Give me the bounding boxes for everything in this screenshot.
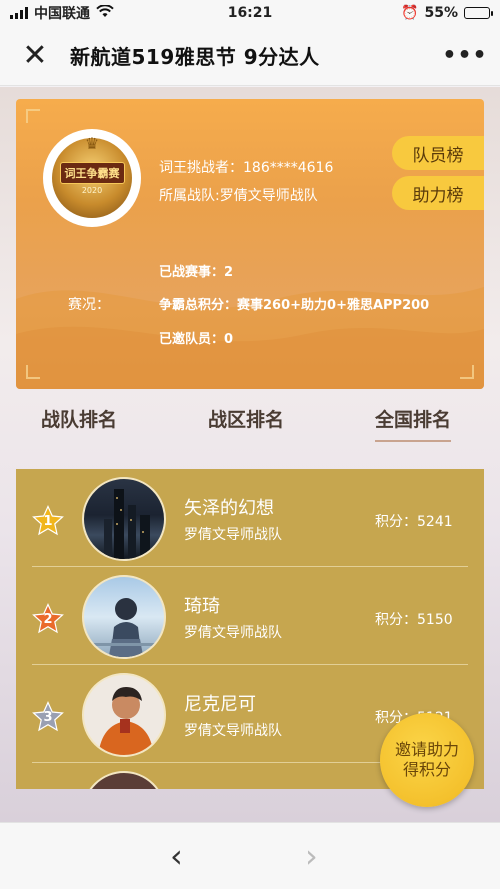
invite-line-2: 得积分 (402, 760, 451, 779)
challenger-info: 词王挑战者：186****4616 (159, 160, 334, 176)
page-title: 新航道519雅思节 9分达人 (70, 45, 320, 69)
more-icon[interactable]: ••• (430, 26, 500, 86)
corner-decoration (26, 365, 40, 379)
player-team: 罗倩文导师战队 (184, 625, 282, 641)
battles-stat: 已战赛事：2 (159, 265, 234, 280)
player-team: 罗倩文导师战队 (184, 527, 282, 543)
page-content: ♛ 词王争霸赛 2020 词王挑战者：186****4616 所属战队:罗倩文导… (0, 87, 500, 822)
battery-icon (464, 7, 493, 19)
badge-label: 词王争霸赛 (59, 161, 125, 184)
rank-number: 1 (43, 514, 53, 529)
corner-decoration (26, 109, 40, 123)
badge-year: 2020 (81, 185, 103, 195)
contest-badge: ♛ 词王争霸赛 2020 (43, 129, 141, 227)
rank-star-icon: 3 (32, 701, 64, 733)
player-name: 琦琦 (184, 596, 220, 617)
battery-percent: 55% (424, 5, 458, 21)
rank-star-icon: 1 (32, 505, 64, 537)
invited-stat: 已邀队员：0 (159, 332, 234, 347)
invite-line-1: 邀请助力 (394, 740, 459, 759)
rank-number: 2 (43, 612, 53, 627)
tab-national-ranking[interactable]: 全国排名 (375, 405, 452, 442)
profile-card: ♛ 词王争霸赛 2020 词王挑战者：186****4616 所属战队:罗倩文导… (16, 99, 484, 389)
player-team: 罗倩文导师战队 (184, 723, 282, 739)
player-score: 积分：5150 (375, 612, 453, 628)
player-name: 矢泽的幻想 (184, 498, 274, 519)
alarm-icon: ⏰ (401, 5, 419, 21)
list-item[interactable]: 2 琦琦 罗倩文导师战队 积分：5150 (16, 567, 484, 665)
list-item[interactable]: 1 矢泽的幻想 罗倩文导师战队 积分：5241 (16, 469, 484, 567)
forward-arrow-icon[interactable]: › (305, 837, 318, 875)
tab-team-ranking[interactable]: 战队排名 (41, 405, 117, 432)
ranking-tabs: 战队排名 战区排名 全国排名 (0, 405, 500, 445)
help-rank-tab[interactable]: 助力榜 (392, 176, 484, 210)
total-points-stat: 争霸总积分：赛事260+助力0+雅思APP200 (159, 298, 430, 313)
corner-decoration (460, 365, 474, 379)
avatar[interactable] (82, 575, 166, 659)
signal-icon (10, 7, 28, 19)
avatar[interactable] (82, 771, 166, 789)
contest-emblem: ♛ 词王争霸赛 2020 (52, 134, 132, 218)
stats-label: 赛况： (68, 297, 110, 313)
player-score: 积分：5241 (375, 514, 453, 530)
player-name: 尼克尼可 (184, 694, 256, 715)
avatar[interactable] (82, 673, 166, 757)
close-icon[interactable]: ✕ (0, 26, 70, 86)
browser-toolbar: ‹ › (0, 822, 500, 889)
crown-icon: ♛ (84, 134, 100, 153)
back-arrow-icon[interactable]: ‹ (170, 837, 183, 875)
nav-bar: ✕ 新航道519雅思节 9分达人 ••• (0, 26, 500, 86)
avatar[interactable] (82, 477, 166, 561)
card-wave-decoration (16, 287, 484, 389)
status-bar: 中国联通 16:21 ⏰ 55% (0, 0, 500, 26)
invite-help-button[interactable]: 邀请助力 得积分 (380, 713, 474, 807)
rank-star-icon: 2 (32, 603, 64, 635)
rank-number: 3 (43, 710, 53, 725)
carrier-label: 中国联通 (34, 6, 90, 22)
team-info: 所属战队:罗倩文导师战队 (159, 188, 318, 204)
tab-region-ranking[interactable]: 战区排名 (208, 405, 284, 432)
wifi-icon (96, 3, 114, 22)
team-rank-tab[interactable]: 队员榜 (392, 136, 484, 170)
